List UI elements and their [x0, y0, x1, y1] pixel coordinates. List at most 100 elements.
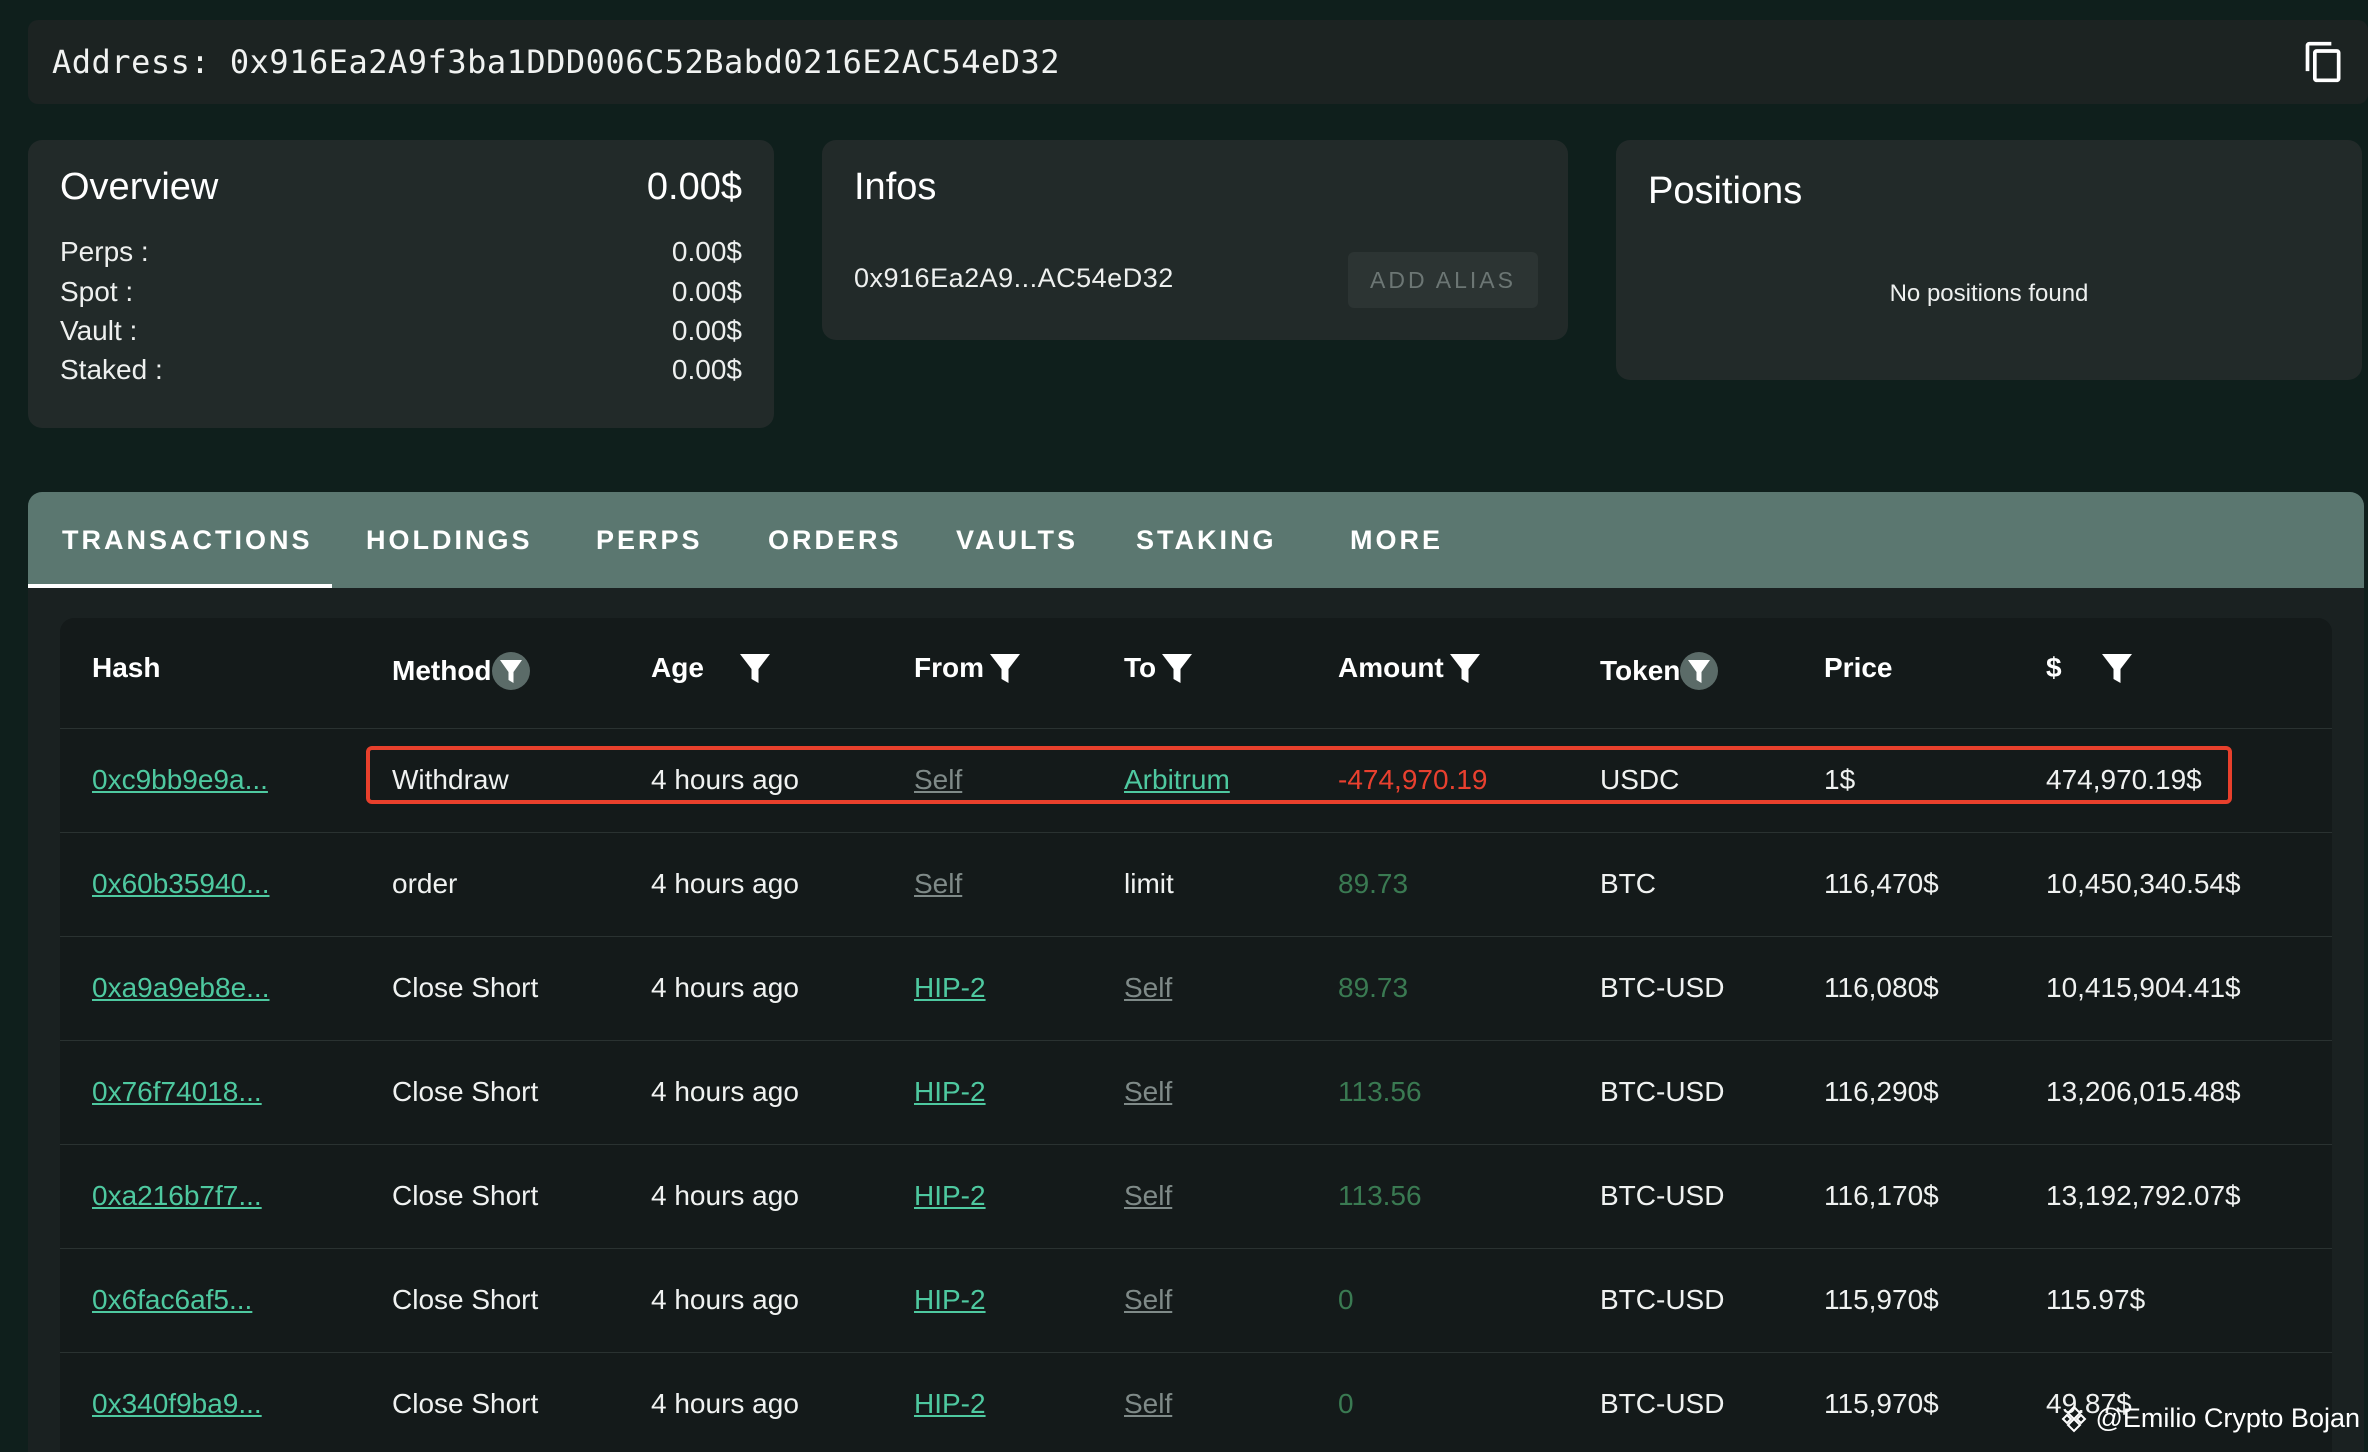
table-row: 0xc9bb9e9a... Withdraw 4 hours ago Self …: [60, 728, 2332, 833]
from-link[interactable]: HIP-2: [914, 972, 986, 1004]
to-link[interactable]: Arbitrum: [1124, 764, 1230, 796]
amount-cell: 0: [1338, 1388, 1354, 1419]
usd-cell: 474,970.19$: [2046, 764, 2202, 795]
infos-short-address: 0x916Ea2A9...AC54eD32: [854, 263, 1174, 293]
price-cell: 1$: [1824, 764, 1856, 795]
infos-card: Infos 0x916Ea2A9...AC54eD32 ADD ALIAS: [822, 140, 1568, 340]
age-cell: 4 hours ago: [651, 764, 799, 795]
add-alias-button[interactable]: ADD ALIAS: [1348, 252, 1538, 308]
col-age-label: Age: [651, 652, 704, 683]
overview-row-value: 0.00$: [671, 236, 742, 267]
from-link[interactable]: HIP-2: [914, 1388, 986, 1420]
col-amount-label: Amount: [1338, 652, 1444, 683]
tab-more[interactable]: MORE: [1350, 492, 1443, 588]
filter-icon[interactable]: [1449, 652, 1480, 684]
col-age: Age: [651, 652, 770, 684]
price-cell: 115,970$: [1824, 1388, 1939, 1419]
usd-cell: 13,206,015.48$: [2046, 1076, 2241, 1107]
overview-row-label: Vault :: [60, 315, 138, 346]
address-bar: Address: 0x916Ea2A9f3ba1DDD006C52Babd021…: [28, 20, 2368, 104]
usd-cell: 10,450,340.54$: [2046, 868, 2241, 899]
hash-link[interactable]: 0x340f9ba9...: [92, 1388, 262, 1420]
filter-icon[interactable]: [1162, 652, 1193, 684]
overview-row-staked: Staked : 0.00$: [60, 354, 742, 386]
to-link[interactable]: Self: [1124, 1284, 1172, 1316]
table-row: 0x6fac6af5... Close Short 4 hours ago HI…: [60, 1248, 2332, 1353]
col-token-label: Token: [1600, 655, 1681, 686]
positions-title: Positions: [1648, 170, 1803, 212]
price-cell: 116,170$: [1824, 1180, 1939, 1211]
amount-cell: 89.73: [1338, 868, 1409, 899]
tab-strip: TRANSACTIONS HOLDINGS PERPS ORDERS VAULT…: [28, 492, 2364, 588]
filter-icon[interactable]: [990, 652, 1020, 684]
hash-link[interactable]: 0xa216b7f7...: [92, 1180, 262, 1212]
hash-link[interactable]: 0x60b35940...: [92, 868, 270, 900]
filter-icon[interactable]: [739, 652, 770, 684]
col-usd: $: [2046, 652, 2132, 684]
token-cell: BTC-USD: [1600, 972, 1725, 1003]
table-row: 0xa9a9eb8e... Close Short 4 hours ago HI…: [60, 936, 2332, 1041]
to-link[interactable]: Self: [1124, 1388, 1172, 1420]
age-cell: 4 hours ago: [651, 1076, 799, 1107]
price-cell: 115,970$: [1824, 1284, 1939, 1315]
col-from: From: [914, 652, 1020, 684]
binance-logo-icon: [2062, 1405, 2087, 1432]
overview-card: Overview 0.00$ Perps : 0.00$ Spot : 0.00…: [28, 140, 774, 428]
to-link[interactable]: Self: [1124, 972, 1172, 1004]
hash-link[interactable]: 0x6fac6af5...: [92, 1284, 252, 1316]
col-amount: Amount: [1338, 652, 1480, 684]
positions-empty-text: No positions found: [1889, 280, 2089, 307]
price-cell: 116,290$: [1824, 1076, 1939, 1107]
usd-cell: 13,192,792.07$: [2046, 1180, 2241, 1211]
from-link[interactable]: Self: [914, 868, 962, 900]
hash-link[interactable]: 0x76f74018...: [92, 1076, 262, 1108]
overview-row-value: 0.00$: [671, 276, 742, 307]
tab-perps[interactable]: PERPS: [596, 492, 703, 588]
amount-cell: 89.73: [1338, 972, 1409, 1003]
overview-row-label: Spot :: [60, 276, 134, 307]
col-to-label: To: [1124, 652, 1157, 683]
col-token: Token: [1600, 652, 1719, 690]
amount-cell: 0: [1338, 1284, 1354, 1315]
token-cell: BTC: [1600, 868, 1656, 899]
tabs-panel: TRANSACTIONS HOLDINGS PERPS ORDERS VAULT…: [28, 492, 2364, 1452]
method-cell: Close Short: [392, 1284, 539, 1315]
copy-icon[interactable]: [2302, 40, 2346, 84]
token-cell: BTC-USD: [1600, 1284, 1725, 1315]
age-cell: 4 hours ago: [651, 1388, 799, 1419]
amount-cell: 113.56: [1338, 1076, 1422, 1107]
token-cell: BTC-USD: [1600, 1180, 1725, 1211]
hash-link[interactable]: 0xc9bb9e9a...: [92, 764, 268, 796]
tab-staking[interactable]: STAKING: [1136, 492, 1277, 588]
method-cell: Withdraw: [392, 764, 509, 795]
to-cell: limit: [1124, 868, 1174, 899]
method-cell: Close Short: [392, 1076, 539, 1107]
to-link[interactable]: Self: [1124, 1076, 1172, 1108]
table-header: Hash Method Age From To Amount Token Pri…: [60, 618, 2332, 729]
watermark-text: @Emilio Crypto Bojan: [2095, 1403, 2360, 1433]
tab-transactions[interactable]: TRANSACTIONS: [62, 492, 313, 588]
col-hash: Hash: [92, 652, 160, 684]
filter-icon[interactable]: [1680, 652, 1719, 690]
tab-holdings[interactable]: HOLDINGS: [366, 492, 533, 588]
tab-vaults[interactable]: VAULTS: [956, 492, 1078, 588]
to-link[interactable]: Self: [1124, 1180, 1172, 1212]
price-cell: 116,080$: [1824, 972, 1939, 1003]
table-row: 0xa216b7f7... Close Short 4 hours ago HI…: [60, 1144, 2332, 1249]
overview-row-vault: Vault : 0.00$: [60, 315, 742, 347]
col-to: To: [1124, 652, 1193, 684]
from-link[interactable]: Self: [914, 764, 962, 796]
token-cell: BTC-USD: [1600, 1076, 1725, 1107]
age-cell: 4 hours ago: [651, 1284, 799, 1315]
table-row: 0x340f9ba9... Close Short 4 hours ago HI…: [60, 1352, 2332, 1452]
active-tab-indicator: [28, 584, 332, 588]
token-cell: BTC-USD: [1600, 1388, 1725, 1419]
hash-link[interactable]: 0xa9a9eb8e...: [92, 972, 270, 1004]
col-method-label: Method: [392, 655, 492, 686]
tab-orders[interactable]: ORDERS: [768, 492, 902, 588]
filter-icon[interactable]: [2101, 652, 2132, 684]
from-link[interactable]: HIP-2: [914, 1284, 986, 1316]
from-link[interactable]: HIP-2: [914, 1180, 986, 1212]
filter-icon[interactable]: [491, 652, 530, 690]
from-link[interactable]: HIP-2: [914, 1076, 986, 1108]
